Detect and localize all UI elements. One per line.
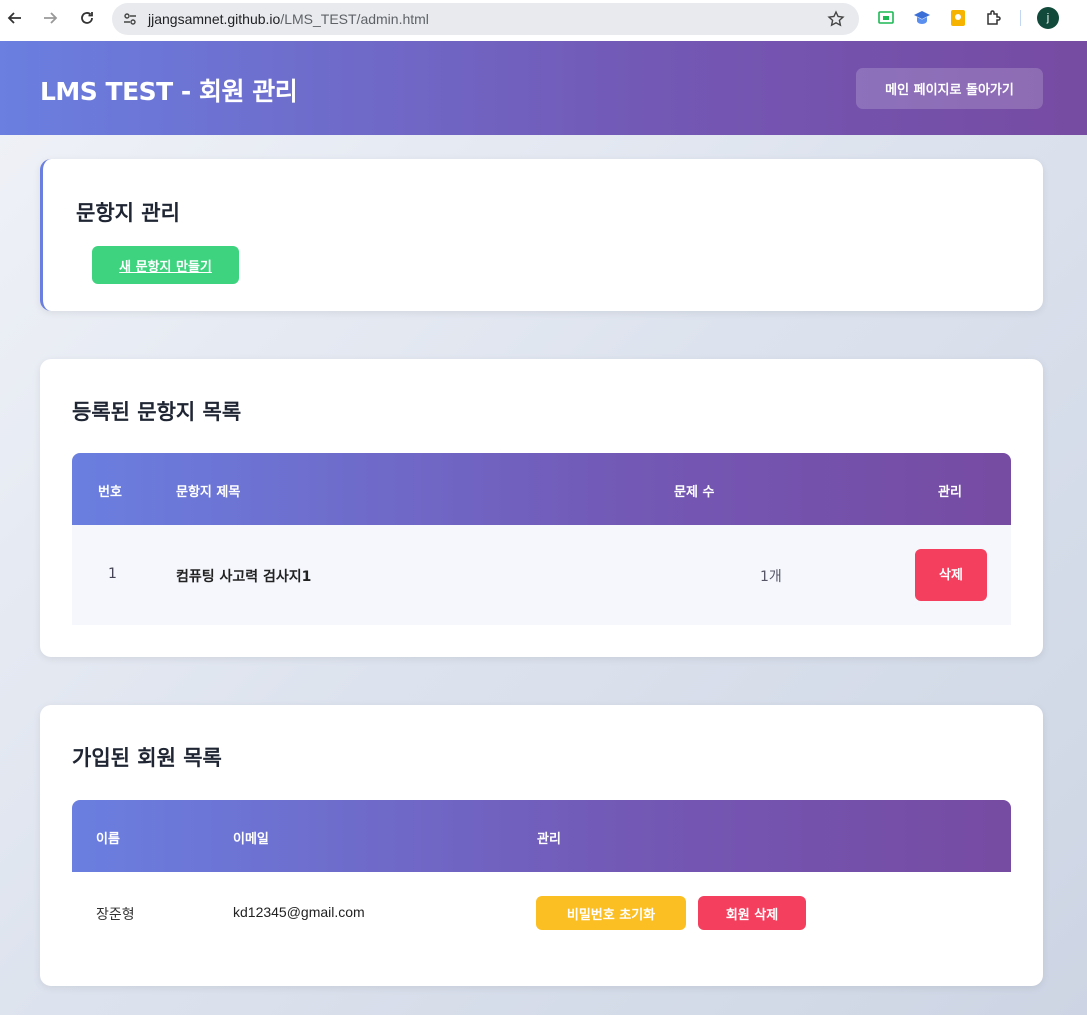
column-email: 이메일 (233, 832, 269, 847)
url-text: jjangsamnet.github.io/LMS_TEST/admin.htm… (148, 11, 429, 27)
delete-questionnaire-button[interactable]: 삭제 (915, 549, 987, 601)
address-bar[interactable]: jjangsamnet.github.io/LMS_TEST/admin.htm… (112, 3, 859, 35)
extension-keep-icon[interactable] (949, 9, 967, 27)
member-list-card: 가입된 회원 목록 이름 이메일 관리 장준형 kd12345@gmail.co… (40, 705, 1043, 986)
app-header: LMS TEST - 회원 관리 메인 페이지로 돌아가기 (0, 41, 1087, 135)
extension-graduation-icon[interactable] (913, 9, 931, 27)
back-arrow-icon[interactable] (4, 7, 26, 29)
questionnaire-admin-title: 문항지 관리 (76, 201, 180, 225)
browser-toolbar: jjangsamnet.github.io/LMS_TEST/admin.htm… (0, 0, 1087, 41)
column-count: 문제 수 (674, 485, 715, 500)
extensions-puzzle-icon[interactable] (985, 9, 1003, 27)
member-name: 장준형 (96, 907, 135, 923)
questionnaire-list-title: 등록된 문항지 목록 (72, 400, 242, 424)
questionnaire-list-card: 등록된 문항지 목록 번호 문항지 제목 문제 수 관리 1 컴퓨팅 사고력 검… (40, 359, 1043, 657)
page-title: LMS TEST - 회원 관리 (40, 77, 298, 106)
column-member-manage: 관리 (537, 832, 561, 847)
column-number: 번호 (98, 485, 122, 500)
column-name: 이름 (96, 832, 120, 847)
reset-password-button[interactable]: 비밀번호 초기화 (536, 896, 686, 930)
table-row: 장준형 kd12345@gmail.com 비밀번호 초기화 회원 삭제 (72, 871, 1011, 951)
new-questionnaire-button[interactable]: 새 문항지 만들기 (92, 246, 239, 284)
forward-arrow-icon[interactable] (39, 7, 61, 29)
site-settings-icon[interactable] (122, 11, 138, 31)
star-icon[interactable] (827, 10, 845, 32)
row-count: 1개 (760, 569, 782, 585)
table-row: 1 컴퓨팅 사고력 검사지1 1개 삭제 (72, 525, 1011, 625)
questionnaire-admin-card: 문항지 관리 새 문항지 만들기 (40, 159, 1043, 311)
row-number: 1 (108, 566, 117, 582)
column-title: 문항지 제목 (176, 485, 241, 500)
member-email: kd12345@gmail.com (233, 904, 365, 920)
questionnaire-table-header: 번호 문항지 제목 문제 수 관리 (72, 453, 1011, 525)
column-manage: 관리 (938, 485, 962, 500)
delete-member-button[interactable]: 회원 삭제 (698, 896, 806, 930)
reload-icon[interactable] (76, 7, 98, 29)
extension-screen-icon[interactable] (877, 9, 895, 27)
profile-avatar[interactable]: j (1037, 7, 1059, 29)
member-list-title: 가입된 회원 목록 (72, 746, 222, 770)
toolbar-divider (1020, 10, 1021, 26)
member-table-header: 이름 이메일 관리 (72, 800, 1011, 872)
back-to-main-button[interactable]: 메인 페이지로 돌아가기 (856, 68, 1043, 109)
row-title: 컴퓨팅 사고력 검사지1 (176, 569, 312, 585)
